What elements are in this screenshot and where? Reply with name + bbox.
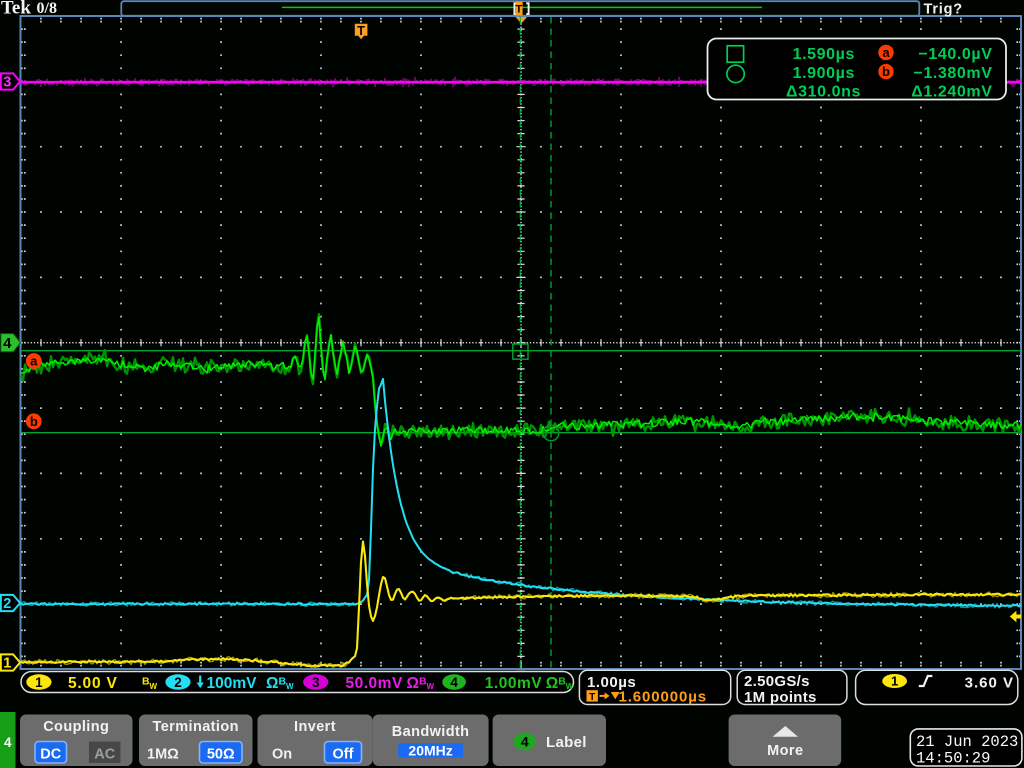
svg-text:3: 3 xyxy=(3,75,11,91)
svg-text:1: 1 xyxy=(3,656,11,672)
svg-text:AC: AC xyxy=(94,747,115,763)
svg-text:Invert: Invert xyxy=(294,719,336,735)
svg-text:21 Jun 2023: 21 Jun 2023 xyxy=(916,733,1018,751)
svg-text:Ω: Ω xyxy=(546,675,558,692)
svg-text:100mV: 100mV xyxy=(207,675,258,692)
svg-text:3: 3 xyxy=(312,675,320,690)
svg-text:Δ310.0ns: Δ310.0ns xyxy=(786,83,861,100)
svg-text:Termination: Termination xyxy=(153,719,239,735)
svg-text:a: a xyxy=(30,354,38,369)
svg-text:1.600000µs: 1.600000µs xyxy=(619,688,708,705)
svg-text:Tek: Tek xyxy=(1,0,31,19)
svg-text:1.590µs: 1.590µs xyxy=(793,46,855,63)
svg-text:W: W xyxy=(286,682,294,691)
svg-text:Off: Off xyxy=(333,747,354,763)
svg-text:More: More xyxy=(767,743,803,759)
svg-text:Bandwidth: Bandwidth xyxy=(392,724,470,740)
svg-text:−140.0µV: −140.0µV xyxy=(918,46,992,63)
svg-text:Label: Label xyxy=(546,734,587,751)
svg-text:T: T xyxy=(357,24,365,38)
svg-text:3.60 V: 3.60 V xyxy=(965,674,1014,691)
svg-text:Coupling: Coupling xyxy=(43,719,109,735)
svg-text:W: W xyxy=(150,682,158,691)
svg-text:4: 4 xyxy=(4,735,12,750)
svg-text:1.900µs: 1.900µs xyxy=(793,65,855,82)
svg-text:Trig?: Trig? xyxy=(924,2,963,18)
svg-text:Ω: Ω xyxy=(266,675,278,692)
svg-text:W: W xyxy=(566,682,574,691)
svg-text:4: 4 xyxy=(521,734,529,750)
svg-text:b: b xyxy=(882,64,890,79)
svg-text:a: a xyxy=(882,45,890,60)
svg-text:0/8: 0/8 xyxy=(37,0,57,17)
svg-text:4: 4 xyxy=(3,335,12,352)
svg-text:1: 1 xyxy=(35,675,43,690)
svg-text:50.0mV: 50.0mV xyxy=(346,675,403,692)
svg-text:1MΩ: 1MΩ xyxy=(147,747,179,763)
svg-text:DC: DC xyxy=(40,747,61,763)
svg-text:5.00 V: 5.00 V xyxy=(68,675,118,692)
svg-text:W: W xyxy=(427,682,435,691)
svg-text:T: T xyxy=(516,3,523,15)
svg-text:2: 2 xyxy=(174,675,182,690)
svg-text:1M points: 1M points xyxy=(744,689,817,706)
svg-text:50Ω: 50Ω xyxy=(207,747,235,763)
svg-text:On: On xyxy=(272,747,292,763)
svg-text:2: 2 xyxy=(3,596,11,612)
svg-text:Δ1.240mV: Δ1.240mV xyxy=(911,83,992,100)
svg-text:4: 4 xyxy=(450,675,458,690)
svg-text:b: b xyxy=(30,414,38,429)
svg-text:1: 1 xyxy=(891,674,898,689)
svg-text:T: T xyxy=(589,692,595,703)
svg-text:Ω: Ω xyxy=(407,675,419,692)
svg-text:1.00mV: 1.00mV xyxy=(485,675,542,692)
svg-text:−1.380mV: −1.380mV xyxy=(913,65,992,82)
svg-text:14:50:29: 14:50:29 xyxy=(916,750,990,768)
svg-text:2.50GS/s: 2.50GS/s xyxy=(744,673,810,690)
svg-text:20MHz: 20MHz xyxy=(408,742,452,758)
